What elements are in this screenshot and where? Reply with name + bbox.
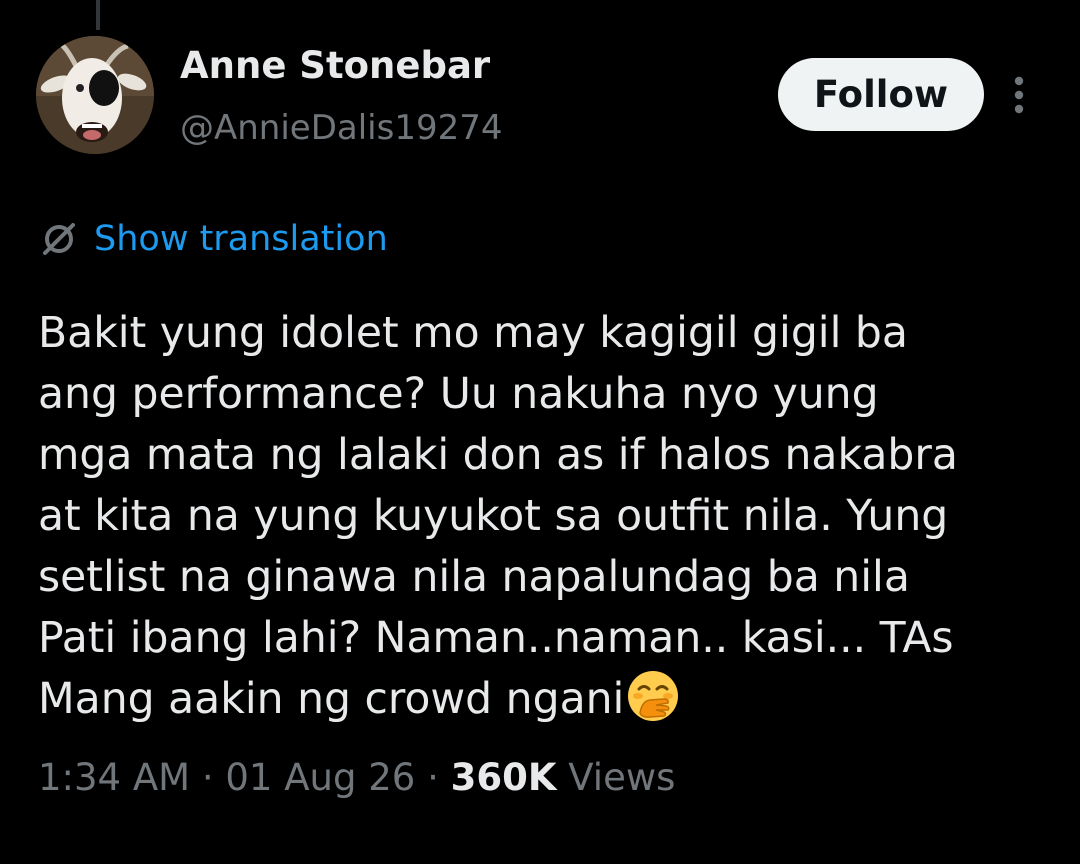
- show-translation-link[interactable]: Show translation: [94, 219, 388, 259]
- meta-separator: ·: [201, 756, 214, 799]
- author-avatar[interactable]: [36, 36, 154, 154]
- meta-separator: ·: [427, 756, 439, 799]
- tweet-line: mga mata ng lalaki don as if halos nakab…: [38, 431, 958, 480]
- tweet-line: at kita na yung kuyukot sa outfit nila. …: [38, 492, 949, 541]
- views-label: Views: [568, 756, 676, 799]
- views-count: 360K: [450, 756, 557, 799]
- tweet-line: Bakit yung idolet mo may kagigil gigil b…: [38, 309, 908, 358]
- tweet-line: Pati ibang lahi? Naman..naman.. kasi... …: [38, 614, 954, 663]
- face-with-hand-over-mouth-emoji-icon: [626, 669, 680, 723]
- tweet-meta: 1:34 AM · 01 Aug 26 · 360K Views: [38, 756, 675, 799]
- tweet-text: Bakit yung idolet mo may kagigil gigil b…: [38, 303, 1058, 730]
- author-display-name[interactable]: Anne Stonebar: [180, 44, 490, 87]
- tweet-line: setlist na ginawa nila napalundag ba nil…: [38, 553, 910, 602]
- more-options-button[interactable]: [1004, 72, 1034, 118]
- goat-avatar-icon: [36, 36, 154, 154]
- globe-translate-icon: [36, 216, 82, 262]
- author-handle[interactable]: @AnnieDalis19274: [180, 108, 503, 148]
- follow-button[interactable]: Follow: [778, 58, 984, 131]
- tweet-date[interactable]: 01 Aug 26: [225, 756, 415, 799]
- tweet-time[interactable]: 1:34 AM: [38, 756, 190, 799]
- show-translation-row[interactable]: Show translation: [36, 214, 388, 264]
- more-vertical-icon: [1014, 76, 1024, 114]
- tweet-line-text: Mang aakin ng crowd ngani: [38, 675, 625, 724]
- thread-connector-line: [96, 0, 100, 30]
- tweet-line-last: Mang aakin ng crowd ngani: [38, 669, 1058, 730]
- tweet-line: ang performance? Uu nakuha nyo yung: [38, 370, 879, 419]
